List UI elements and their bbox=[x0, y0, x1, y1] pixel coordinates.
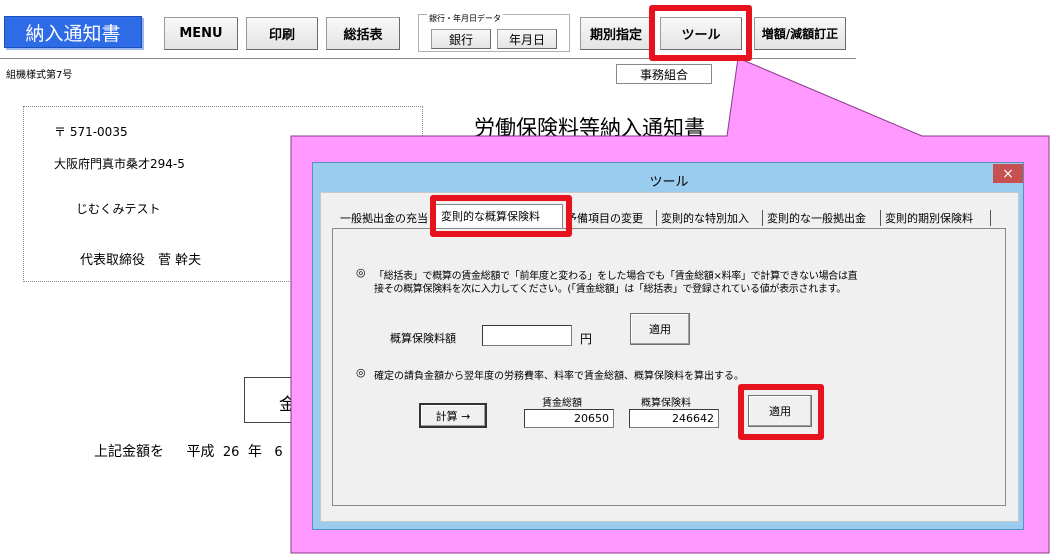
close-icon[interactable]: × bbox=[993, 164, 1023, 183]
bullet-2: ◎ bbox=[356, 366, 366, 379]
section1-line2: 接その概算保険料を次に入力してください。(「賃金総額」は「総括表」で登録されてい… bbox=[374, 284, 847, 295]
tab-separator bbox=[762, 210, 763, 226]
apply-button-2[interactable]: 適用 bbox=[748, 395, 812, 427]
tab-irregular-general-contribution[interactable]: 変則的な一般拠出金 bbox=[767, 209, 866, 227]
wage-total-field: 20650 bbox=[524, 409, 614, 428]
wage-total-label: 賃金総額 bbox=[542, 398, 582, 409]
estimated-premium-input[interactable] bbox=[482, 325, 572, 346]
dialog-title: ツール bbox=[649, 175, 689, 190]
apply-button-1[interactable]: 適用 bbox=[630, 313, 690, 345]
yen-label: 円 bbox=[580, 332, 593, 346]
calculate-button[interactable]: 計算 → bbox=[419, 403, 487, 428]
section2-text: 確定の請負金額から翌年度の労務費率、料率で賃金総額、概算保険料を算出する。 bbox=[374, 371, 744, 382]
tab-separator bbox=[990, 210, 991, 226]
tab-irregular-special-enrollment[interactable]: 変則的な特別加入 bbox=[661, 209, 749, 227]
estimated-premium-label: 概算保険料額 bbox=[390, 332, 456, 345]
tab-irregular-installment-premium[interactable]: 変則的期別保険料 bbox=[885, 209, 973, 227]
tab-separator bbox=[880, 210, 881, 226]
tab-separator bbox=[656, 210, 657, 226]
bullet-1: ◎ bbox=[356, 266, 366, 279]
premium-field: 246642 bbox=[629, 409, 719, 428]
tab-spare-items[interactable]: 予備項目の変更 bbox=[566, 209, 643, 227]
tab-general-contribution-allotment[interactable]: 一般拠出金の充当 bbox=[340, 209, 428, 227]
premium-label: 概算保険料 bbox=[641, 398, 691, 409]
tab-irregular-estimated-premium[interactable]: 変則的な概算保険料 bbox=[441, 207, 540, 225]
